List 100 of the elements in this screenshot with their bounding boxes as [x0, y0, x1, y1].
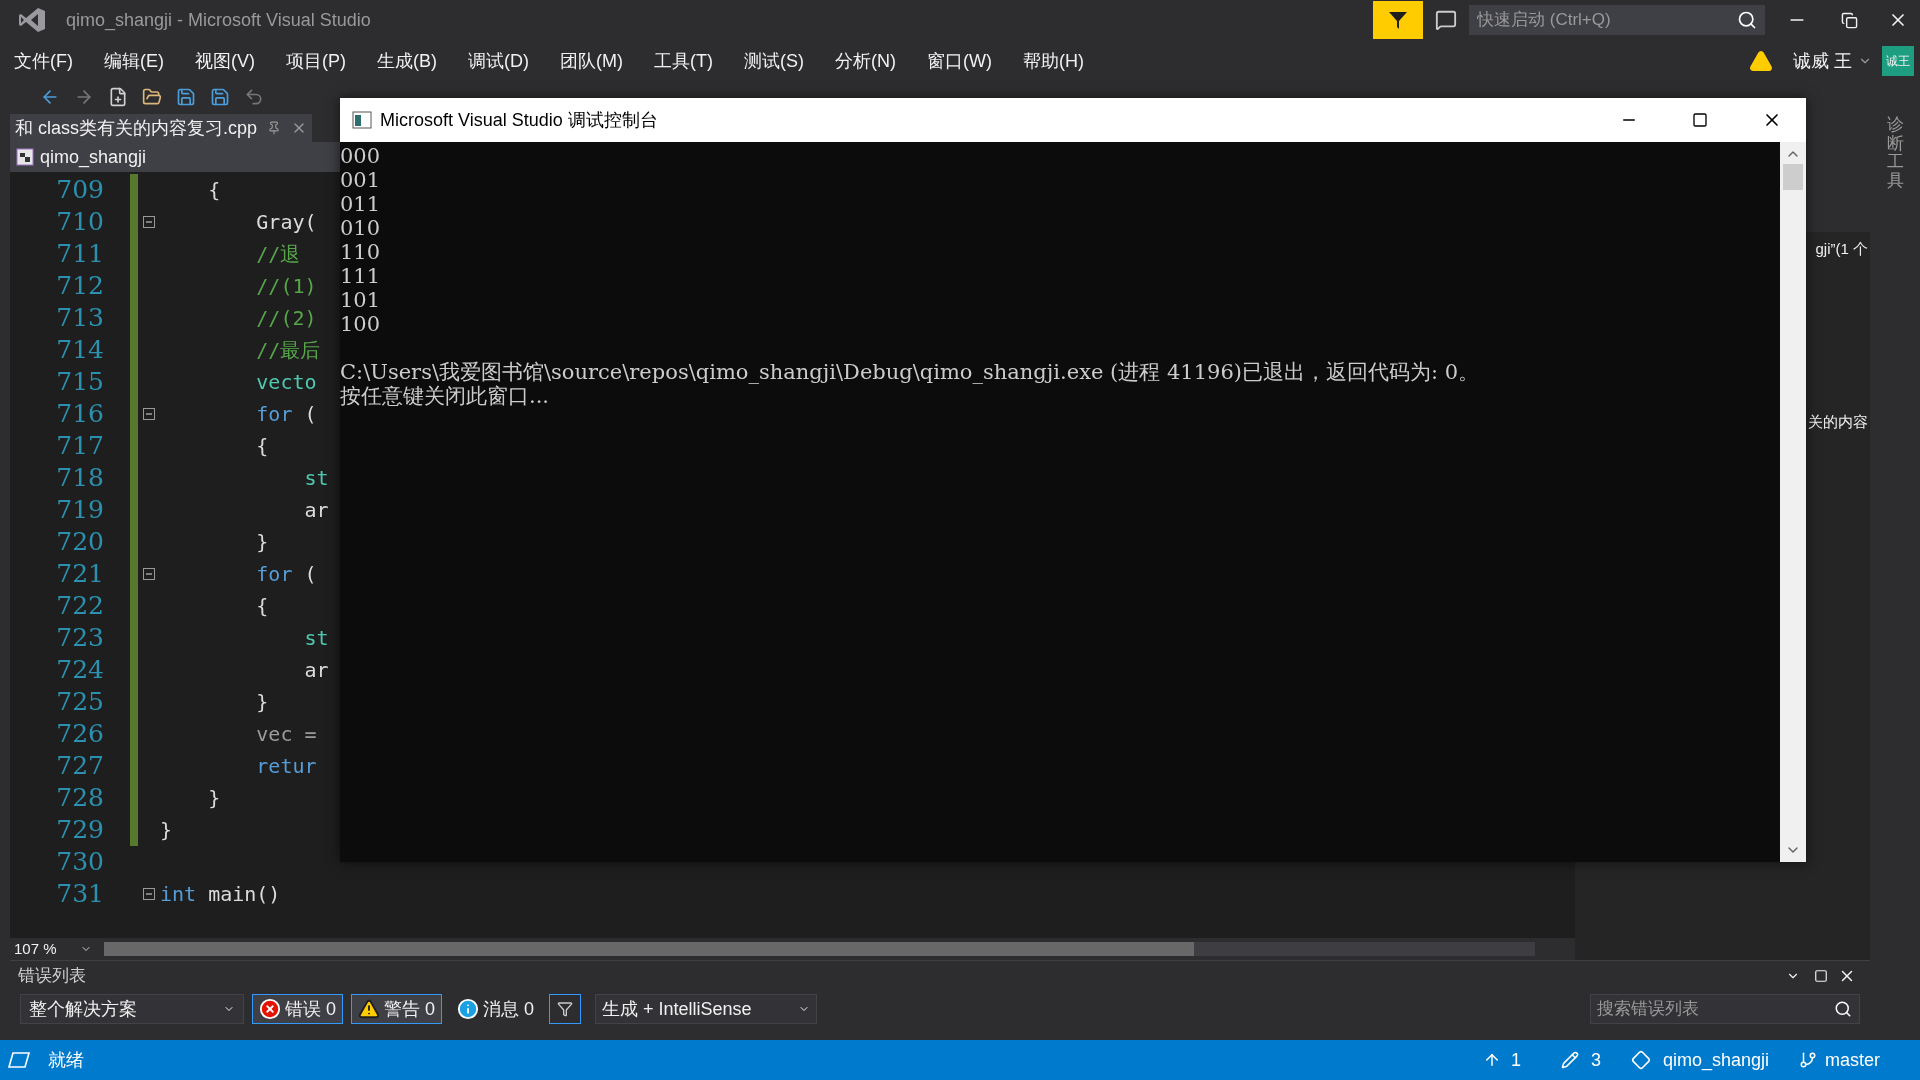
- clear-filter-button[interactable]: [549, 994, 582, 1024]
- code-line: //(1): [255, 273, 317, 300]
- pencil-icon: [1560, 1051, 1579, 1069]
- collapse-icon[interactable]: [143, 408, 155, 420]
- source-dropdown[interactable]: 生成 + IntelliSense: [595, 994, 818, 1024]
- save-icon[interactable]: [176, 87, 196, 107]
- error-icon: [259, 998, 281, 1020]
- console-output: 100: [340, 312, 381, 336]
- filter-toggle[interactable]: 错误 0: [252, 994, 343, 1024]
- branch-icon: [1799, 1051, 1817, 1069]
- search-icon: [1834, 1000, 1852, 1018]
- filter-toggle[interactable]: 消息 0: [450, 994, 542, 1024]
- line-number: 718: [55, 462, 104, 494]
- code-line: ar: [303, 497, 329, 524]
- console-output: C:\Users\我爱图书馆\source\repos\qimo_shangji\Debug\qimo_shangji.exe (进程 41196)已退出，返回代码为: 0。: [340, 360, 1480, 384]
- code-line: Gray(: [255, 209, 317, 236]
- line-number: 729: [55, 814, 104, 846]
- line-number: 715: [55, 366, 104, 398]
- menu-item[interactable]: 文件(F): [14, 47, 73, 75]
- collapse-icon[interactable]: [143, 216, 155, 228]
- code-line: }: [207, 785, 221, 812]
- logo-icon: [18, 7, 46, 33]
- diamond-icon: [1630, 1050, 1651, 1070]
- code-line: retur: [255, 753, 317, 780]
- line-number: 728: [55, 782, 104, 814]
- project-selector[interactable]: qimo_shangji: [40, 143, 147, 171]
- line-number: 720: [55, 526, 104, 558]
- quick-launch-field[interactable]: 快速启动 (Ctrl+Q): [1469, 5, 1765, 35]
- tree-item-text[interactable]: 关的内容: [1808, 410, 1870, 433]
- console-title: Microsoft Visual Studio 调试控制台: [380, 108, 658, 132]
- line-number: 719: [55, 494, 104, 526]
- pin-icon: [267, 121, 282, 135]
- error-search-field[interactable]: 搜索错误列表: [1590, 994, 1860, 1024]
- vertical-tab[interactable]: 诊断工具: [1886, 116, 1904, 960]
- menu-item[interactable]: 分析(N): [834, 47, 896, 75]
- filter-toggle[interactable]: 警告 0: [351, 994, 443, 1024]
- console-output: 按任意键关闭此窗口...: [340, 384, 550, 408]
- push-count[interactable]: 1: [1510, 1046, 1521, 1074]
- vertical-scrollbar[interactable]: [1780, 142, 1806, 862]
- change-count[interactable]: 3: [1590, 1046, 1601, 1074]
- code-line: //退: [255, 241, 301, 268]
- collapse-icon[interactable]: [143, 568, 155, 580]
- line-number: 712: [55, 270, 104, 302]
- restore-icon[interactable]: [1841, 11, 1858, 29]
- status-text: 就绪: [48, 1048, 84, 1072]
- repository-name[interactable]: qimo_shangji: [1662, 1046, 1769, 1074]
- menu-item[interactable]: 帮助(H): [1022, 47, 1084, 75]
- menu-item[interactable]: 窗口(W): [926, 47, 992, 75]
- code-line: for (: [255, 401, 317, 428]
- console-icon: [352, 111, 372, 129]
- window-title: qimo_shangji - Microsoft Visual Studio: [66, 8, 371, 33]
- console-output: 110: [340, 240, 381, 264]
- user-name[interactable]: 诚威 王: [1793, 47, 1852, 75]
- funnel-icon: [1387, 9, 1409, 31]
- line-number: 726: [55, 718, 104, 750]
- scrollbar-thumb[interactable]: [1783, 164, 1803, 190]
- code-line: vecto: [255, 369, 317, 396]
- menu-item[interactable]: 视图(V): [195, 47, 255, 75]
- console-output: 010: [340, 216, 381, 240]
- line-number: 710: [55, 206, 104, 238]
- menu-item[interactable]: 工具(T): [653, 47, 713, 75]
- horizontal-scrollbar[interactable]: [104, 942, 1535, 956]
- project-icon: [16, 148, 34, 166]
- menu-item[interactable]: 项目(P): [286, 47, 346, 75]
- line-number: 711: [55, 238, 104, 270]
- undo-icon[interactable]: [244, 87, 264, 107]
- line-number: 727: [55, 750, 104, 782]
- scrollbar-thumb[interactable]: [104, 942, 1194, 956]
- code-line: ar: [303, 657, 329, 684]
- code-line: for (: [255, 561, 317, 588]
- line-number: 714: [55, 334, 104, 366]
- line-number: 724: [55, 654, 104, 686]
- folder-icon[interactable]: [142, 87, 162, 107]
- line-number: 713: [55, 302, 104, 334]
- new-file-icon[interactable]: [108, 87, 128, 107]
- code-line: {: [207, 177, 221, 204]
- menu-item[interactable]: 团队(M): [560, 47, 623, 75]
- editor-tab[interactable]: 和 class类有关的内容复习.cpp: [10, 114, 313, 142]
- maximize-icon[interactable]: [1692, 112, 1708, 128]
- menu-item[interactable]: 测试(S): [743, 47, 804, 75]
- code-line: //(2): [255, 305, 317, 332]
- feedback-icon[interactable]: [1435, 9, 1457, 31]
- console-output: 000: [340, 144, 381, 168]
- code-line: }: [255, 689, 269, 716]
- solution-node[interactable]: gji”(1 个: [1815, 238, 1870, 261]
- menu-item[interactable]: 调试(D): [468, 47, 529, 75]
- menu-item[interactable]: 生成(B): [377, 47, 437, 75]
- warning-icon: [358, 998, 380, 1020]
- line-number: 730: [55, 846, 104, 878]
- line-number: 723: [55, 622, 104, 654]
- scope-dropdown[interactable]: 整个解决方案: [20, 994, 244, 1024]
- code-line: int main(): [160, 881, 281, 908]
- branch-name[interactable]: master: [1825, 1046, 1880, 1074]
- collapse-icon[interactable]: [143, 888, 155, 900]
- menu-item[interactable]: 编辑(E): [104, 47, 164, 75]
- zoom-selector[interactable]: 107 %: [10, 937, 80, 961]
- save-all-icon[interactable]: [210, 87, 230, 107]
- filter-button[interactable]: [1373, 1, 1423, 39]
- line-number: 725: [55, 686, 104, 718]
- panel-title: 错误列表: [18, 965, 86, 988]
